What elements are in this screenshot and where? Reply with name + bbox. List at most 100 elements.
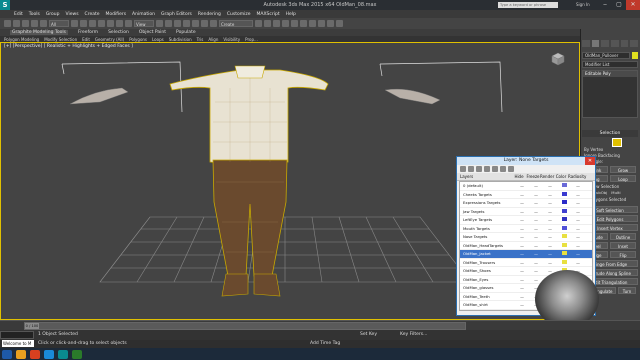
layer-row[interactable]: Nose Targets — — — — bbox=[460, 233, 592, 242]
radiosity-toggle[interactable]: — bbox=[571, 217, 585, 222]
snaps-toggle-icon[interactable] bbox=[183, 20, 190, 27]
modify-tab-icon[interactable] bbox=[591, 40, 600, 47]
column-header[interactable]: Freeze bbox=[526, 173, 540, 180]
move-icon[interactable] bbox=[107, 20, 114, 27]
layer-color-swatch[interactable] bbox=[561, 234, 567, 239]
hide-toggle[interactable]: — bbox=[515, 251, 529, 256]
layer-row[interactable]: OldMan_HeadTargets — — — — bbox=[460, 242, 592, 250]
layer-color-swatch[interactable] bbox=[561, 200, 567, 205]
flip-button[interactable]: Flip bbox=[610, 251, 636, 258]
layer-color-cell[interactable] bbox=[557, 225, 571, 231]
ribbon-tab-freeform[interactable]: Freeform bbox=[78, 30, 98, 35]
align-icon[interactable] bbox=[264, 20, 271, 27]
graphite-toggle-icon[interactable] bbox=[282, 20, 289, 27]
layer-color-cell[interactable] bbox=[557, 208, 571, 214]
layer-color-swatch[interactable] bbox=[561, 217, 567, 222]
close-icon[interactable]: ✕ bbox=[626, 0, 640, 10]
layer-color-cell[interactable] bbox=[557, 217, 571, 222]
character-model[interactable] bbox=[169, 65, 329, 297]
add-to-layer-icon[interactable] bbox=[476, 166, 482, 172]
render-toggle[interactable]: — bbox=[543, 234, 557, 239]
search-input[interactable]: Type a keyword or phrase bbox=[498, 2, 558, 8]
layer-color-swatch[interactable] bbox=[561, 259, 567, 264]
keyboard-shortcut-override-icon[interactable] bbox=[174, 20, 181, 27]
freeze-toggle[interactable]: — bbox=[529, 200, 543, 205]
utilities-tab-icon[interactable] bbox=[630, 40, 639, 47]
menu-item-modifiers[interactable]: Modifiers bbox=[106, 12, 127, 17]
material-editor-icon[interactable] bbox=[309, 20, 316, 27]
minimize-icon[interactable]: ‒ bbox=[598, 0, 612, 10]
motion-tab-icon[interactable] bbox=[611, 40, 619, 47]
menu-item-graph-editors[interactable]: Graph Editors bbox=[161, 12, 192, 17]
object-name-field[interactable]: OldMan_Pullover bbox=[582, 52, 630, 59]
layer-row[interactable]: 0 (default) — — — — bbox=[460, 182, 592, 191]
hide-toggle[interactable]: — bbox=[515, 268, 529, 273]
menu-item-edit[interactable]: Edit bbox=[14, 12, 23, 17]
modifier-list-dropdown[interactable]: Modifier List bbox=[582, 61, 638, 68]
layer-color-cell[interactable] bbox=[557, 200, 571, 205]
layer-color-swatch[interactable] bbox=[561, 225, 567, 230]
radiosity-toggle[interactable]: — bbox=[571, 243, 585, 248]
layer-dialog-titlebar[interactable]: Layer: None Targets ✕ bbox=[457, 157, 595, 165]
3dsmax-app-icon[interactable]: S bbox=[0, 0, 10, 10]
firefox-icon[interactable] bbox=[30, 349, 40, 359]
menu-item-help[interactable]: Help bbox=[286, 12, 296, 17]
layer-color-swatch[interactable] bbox=[561, 208, 567, 213]
ribbon-tab-selection[interactable]: Selection bbox=[108, 30, 129, 35]
mirror-icon[interactable] bbox=[255, 20, 262, 27]
ribbon-item[interactable]: Loops bbox=[152, 37, 164, 42]
column-header[interactable]: Color bbox=[554, 173, 568, 180]
layer-name[interactable]: Cheeks Targets bbox=[460, 192, 515, 197]
hide-toggle[interactable]: — bbox=[515, 285, 529, 290]
layer-color-swatch[interactable] bbox=[561, 183, 567, 188]
ribbon-item[interactable]: Polygon Modeling bbox=[4, 37, 39, 42]
ribbon-tab-graphite-modeling-tools[interactable]: Graphite Modeling Tools bbox=[10, 30, 69, 35]
unlink-icon[interactable] bbox=[31, 20, 38, 27]
layer-name[interactable]: OldMan_Shoes bbox=[460, 268, 515, 273]
ribbon-tab-object-paint[interactable]: Object Paint bbox=[139, 30, 166, 35]
layer-name[interactable]: Nose Targets bbox=[460, 234, 515, 239]
layer-row[interactable]: LeftEye Targets — — — — bbox=[460, 216, 592, 225]
layer-name[interactable]: Mouth Targets bbox=[460, 226, 515, 231]
hide-toggle[interactable]: — bbox=[515, 209, 529, 214]
menu-item-tools[interactable]: Tools bbox=[29, 12, 40, 17]
render-toggle[interactable]: — bbox=[543, 192, 557, 197]
object-color-swatch[interactable] bbox=[632, 52, 638, 59]
start-button-icon[interactable] bbox=[2, 349, 12, 359]
modifier-stack[interactable]: Editable Poly bbox=[582, 70, 638, 118]
layer-color-cell[interactable] bbox=[557, 191, 571, 197]
redo-icon[interactable] bbox=[13, 20, 20, 27]
grow-button[interactable]: Grow bbox=[610, 166, 636, 173]
layer-name[interactable]: OldMan_Trousers bbox=[460, 260, 515, 265]
layer-name[interactable]: 0 (default) bbox=[460, 183, 515, 188]
freeze-toggle[interactable]: — bbox=[529, 226, 543, 231]
ie-icon[interactable] bbox=[44, 349, 54, 359]
freeze-toggle[interactable]: — bbox=[529, 251, 543, 256]
add-time-tag-button[interactable]: Add Time Tag bbox=[310, 341, 340, 346]
hide-toggle[interactable]: — bbox=[515, 217, 529, 222]
hide-toggle[interactable]: — bbox=[515, 260, 529, 265]
maxscript-listener[interactable] bbox=[0, 331, 34, 339]
select-objects-in-layer-icon[interactable] bbox=[484, 166, 490, 172]
radiosity-toggle[interactable]: — bbox=[571, 226, 585, 231]
freeze-toggle[interactable]: — bbox=[529, 234, 543, 239]
new-layer-icon[interactable] bbox=[460, 166, 466, 172]
layer-color-swatch[interactable] bbox=[561, 242, 567, 247]
left-hand-model[interactable] bbox=[61, 61, 183, 113]
create-tab-icon[interactable] bbox=[582, 40, 590, 47]
menu-item-animation[interactable]: Animation bbox=[132, 12, 155, 17]
freeze-toggle[interactable]: — bbox=[529, 268, 543, 273]
modifier-stack-item[interactable]: Editable Poly bbox=[583, 71, 637, 77]
layer-color-cell[interactable] bbox=[557, 242, 571, 248]
outline-button[interactable]: Outline bbox=[610, 233, 636, 240]
maximize-icon[interactable]: ▢ bbox=[612, 0, 626, 10]
layer-row[interactable]: Jaw Targets — — — — bbox=[460, 208, 592, 216]
radiosity-toggle[interactable]: — bbox=[571, 183, 585, 188]
layer-name[interactable]: OldMan_HeadTargets bbox=[460, 243, 515, 248]
layer-explorer-icon[interactable] bbox=[273, 20, 280, 27]
turn-button[interactable]: Turn bbox=[618, 287, 636, 294]
hide-toggle[interactable]: — bbox=[515, 277, 529, 282]
inset-button[interactable]: Inset bbox=[610, 242, 636, 249]
layer-color-cell[interactable] bbox=[557, 259, 571, 265]
layer-name[interactable]: OldMan_shirt bbox=[460, 302, 515, 307]
